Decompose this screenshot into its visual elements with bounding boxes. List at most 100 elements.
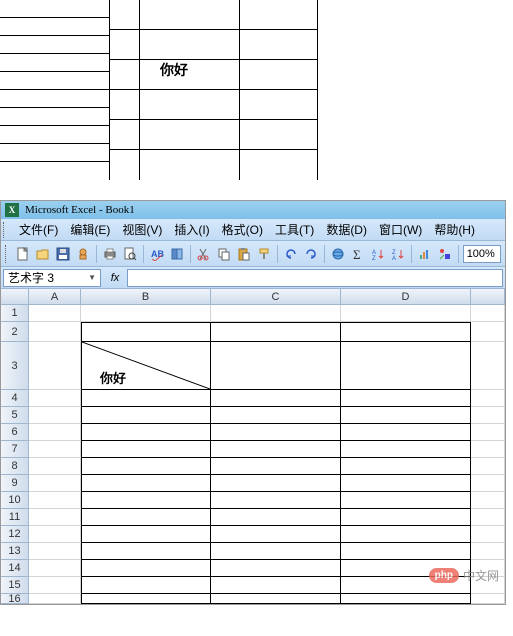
menu-help[interactable]: 帮助(H) — [428, 219, 481, 240]
cell[interactable] — [341, 305, 471, 322]
cell[interactable] — [211, 322, 341, 342]
menu-edit[interactable]: 编辑(E) — [64, 219, 116, 240]
cell[interactable] — [29, 424, 81, 441]
cell[interactable] — [471, 458, 505, 475]
cell[interactable] — [81, 305, 211, 322]
row-header-4[interactable]: 4 — [1, 390, 29, 407]
cell[interactable] — [341, 475, 471, 492]
cell[interactable] — [341, 342, 471, 390]
cell[interactable] — [81, 441, 211, 458]
cell[interactable] — [81, 509, 211, 526]
cell[interactable] — [211, 560, 341, 577]
cell[interactable] — [81, 322, 211, 342]
research-icon[interactable] — [168, 244, 186, 264]
cell[interactable] — [29, 458, 81, 475]
drawing-icon[interactable] — [436, 244, 454, 264]
menu-view[interactable]: 视图(V) — [116, 219, 168, 240]
cell[interactable] — [341, 424, 471, 441]
cell[interactable] — [29, 342, 81, 390]
name-box[interactable]: 艺术字 3 ▼ — [3, 269, 101, 287]
cell[interactable] — [81, 458, 211, 475]
cell[interactable] — [29, 390, 81, 407]
spelling-icon[interactable]: AB — [148, 244, 166, 264]
cell[interactable] — [81, 475, 211, 492]
cell[interactable] — [29, 577, 81, 594]
row-header-5[interactable]: 5 — [1, 407, 29, 424]
cell[interactable] — [471, 407, 505, 424]
save-icon[interactable] — [54, 244, 72, 264]
menu-format[interactable]: 格式(O) — [216, 219, 269, 240]
menu-handle[interactable] — [3, 222, 9, 238]
fx-button[interactable]: fx — [103, 269, 127, 287]
cell[interactable] — [471, 543, 505, 560]
cell[interactable] — [211, 526, 341, 543]
menu-file[interactable]: 文件(F) — [13, 219, 64, 240]
cell[interactable] — [211, 458, 341, 475]
cell[interactable] — [341, 509, 471, 526]
cell[interactable] — [81, 560, 211, 577]
cell[interactable] — [29, 492, 81, 509]
cell[interactable] — [29, 441, 81, 458]
cell[interactable] — [341, 492, 471, 509]
cell[interactable] — [471, 424, 505, 441]
row-header-16[interactable]: 16 — [1, 594, 29, 604]
row-header-1[interactable]: 1 — [1, 305, 29, 322]
col-header-B[interactable]: B — [81, 289, 211, 305]
cell[interactable] — [211, 577, 341, 594]
cell[interactable] — [81, 424, 211, 441]
menu-tools[interactable]: 工具(T) — [269, 219, 320, 240]
cell[interactable] — [211, 475, 341, 492]
cell[interactable] — [471, 526, 505, 543]
cell[interactable] — [471, 390, 505, 407]
cell[interactable] — [81, 594, 211, 604]
hyperlink-icon[interactable] — [329, 244, 347, 264]
cell[interactable] — [471, 441, 505, 458]
cell[interactable] — [81, 543, 211, 560]
col-header-C[interactable]: C — [211, 289, 341, 305]
col-header-A[interactable]: A — [29, 289, 81, 305]
cell[interactable] — [341, 390, 471, 407]
cell[interactable] — [81, 526, 211, 543]
cell[interactable] — [341, 543, 471, 560]
row-header-8[interactable]: 8 — [1, 458, 29, 475]
row-header-10[interactable]: 10 — [1, 492, 29, 509]
cell[interactable] — [29, 407, 81, 424]
chart-icon[interactable] — [416, 244, 434, 264]
cell[interactable] — [341, 594, 471, 604]
paste-icon[interactable] — [235, 244, 253, 264]
row-header-13[interactable]: 13 — [1, 543, 29, 560]
cell[interactable] — [81, 492, 211, 509]
menu-window[interactable]: 窗口(W) — [373, 219, 428, 240]
cell[interactable] — [471, 594, 505, 604]
cell[interactable] — [29, 509, 81, 526]
row-header-3[interactable]: 3 — [1, 342, 29, 390]
permission-icon[interactable] — [74, 244, 92, 264]
redo-icon[interactable] — [302, 244, 320, 264]
row-header-7[interactable]: 7 — [1, 441, 29, 458]
row-header-11[interactable]: 11 — [1, 509, 29, 526]
cell[interactable] — [211, 407, 341, 424]
menu-data[interactable]: 数据(D) — [320, 219, 373, 240]
row-header-15[interactable]: 15 — [1, 577, 29, 594]
print-icon[interactable] — [101, 244, 119, 264]
format-painter-icon[interactable] — [255, 244, 273, 264]
cell[interactable] — [471, 342, 505, 390]
cell[interactable] — [29, 305, 81, 322]
name-box-dropdown-icon[interactable]: ▼ — [88, 273, 96, 282]
new-icon[interactable] — [14, 244, 32, 264]
cut-icon[interactable] — [195, 244, 213, 264]
cell[interactable] — [211, 305, 341, 322]
sort-asc-icon[interactable]: AZ — [369, 244, 387, 264]
open-icon[interactable] — [34, 244, 52, 264]
cell[interactable] — [341, 458, 471, 475]
col-header-D[interactable]: D — [341, 289, 471, 305]
cell[interactable] — [211, 342, 341, 390]
cell[interactable] — [341, 322, 471, 342]
cell[interactable] — [81, 390, 211, 407]
cell[interactable] — [29, 543, 81, 560]
cell[interactable] — [471, 475, 505, 492]
cell[interactable] — [211, 441, 341, 458]
cell[interactable] — [211, 594, 341, 604]
cell[interactable] — [29, 322, 81, 342]
cell[interactable] — [211, 509, 341, 526]
